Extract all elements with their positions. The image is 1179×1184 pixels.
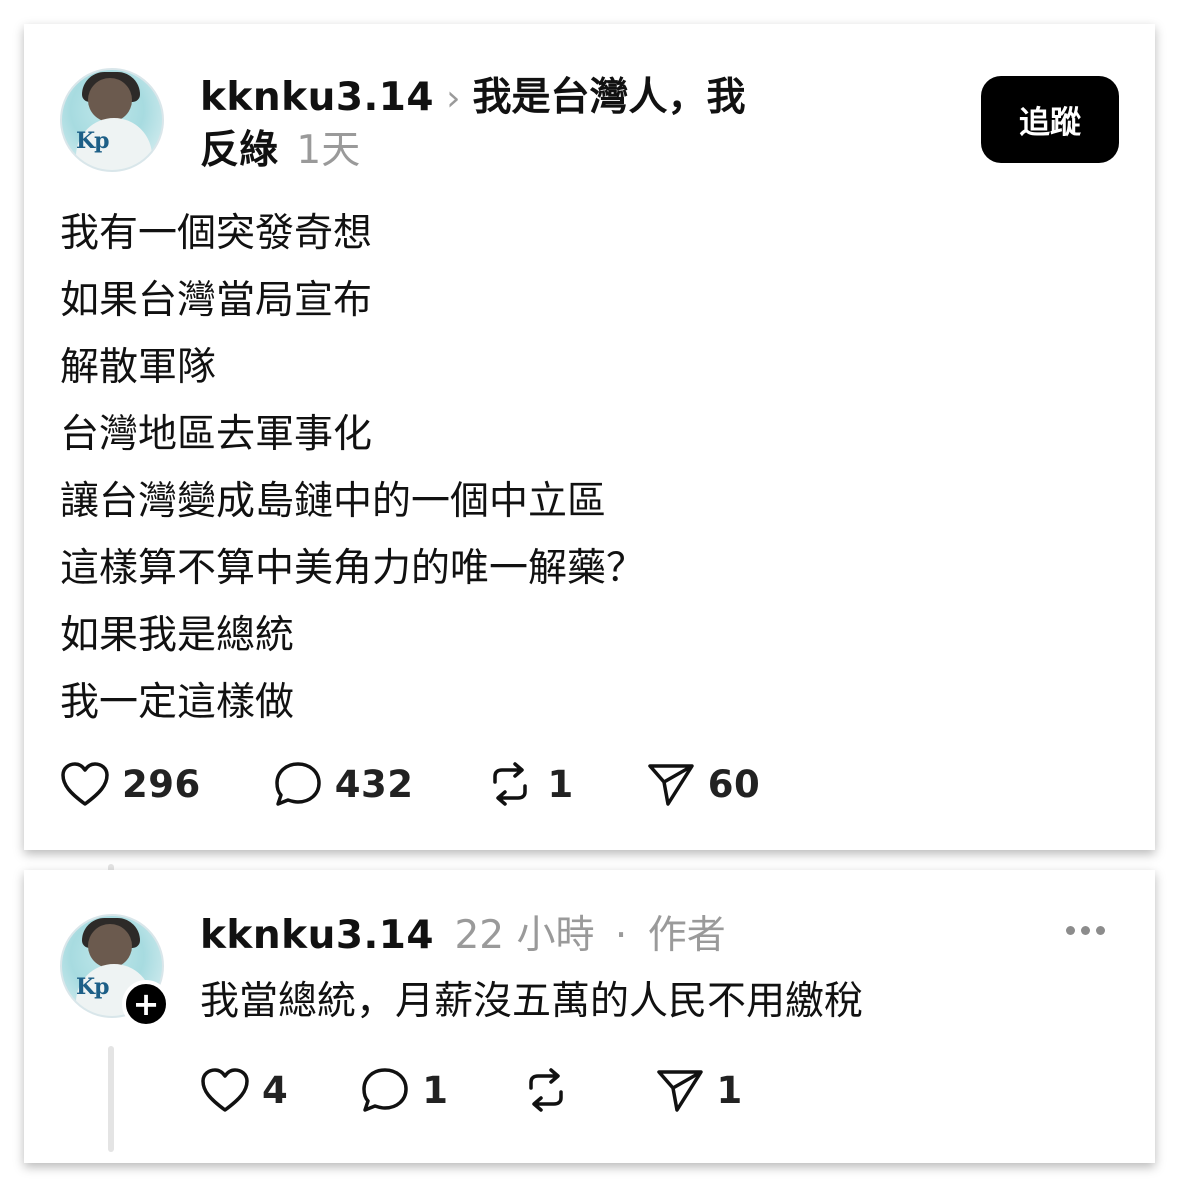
like-button[interactable]: 4 [200,1067,288,1113]
follow-button[interactable]: 追蹤 [981,76,1119,163]
send-icon [647,764,694,806]
speech-bubble-icon [362,1068,408,1112]
share-button[interactable]: 60 [646,760,761,808]
avatar-logo-text: Kp [76,128,110,154]
heart-icon [61,762,109,806]
post-body-line: 我有一個突發奇想 [60,211,373,256]
send-icon [656,1070,703,1112]
post-actions: 296 432 1 60 [60,760,832,808]
post-body: 我有一個突發奇想 如果台灣當局宣布 解散軍隊 台灣地區去軍事化 讓台灣變成島鏈中… [60,200,1060,736]
separator-dot: · [614,913,628,958]
heart-icon [201,1068,249,1112]
author-tag: 作者 [647,913,726,958]
avatar-logo-text: Kp [76,974,110,1000]
post-header: kknku3.14 › 我是台灣人，我 反綠 1天 [200,72,820,177]
comment-count: 432 [334,762,414,806]
community-name-line1[interactable]: 我是台灣人，我 [472,75,745,120]
like-count: 4 [262,1068,289,1112]
like-button[interactable]: 296 [60,761,201,807]
reply-card: Kp + kknku3.14 22 小時 · 作者 我當總統，月薪沒五萬的人民不… [24,870,1155,1163]
post-username[interactable]: kknku3.14 [200,75,434,120]
thread-connector [108,1046,114,1152]
comment-count: 1 [422,1068,449,1112]
share-count: 60 [707,762,761,806]
repost-icon [493,762,528,806]
post-body-line: 讓台灣變成島鏈中的一個中立區 [60,479,607,524]
repost-icon [528,1068,563,1112]
share-count: 1 [716,1068,743,1112]
repost-count: 1 [547,762,574,806]
repost-button[interactable] [521,1066,583,1114]
reply-header: kknku3.14 22 小時 · 作者 [200,910,726,962]
reply-actions: 4 1 1 [200,1066,815,1114]
reply-username[interactable]: kknku3.14 [200,913,434,958]
chevron-right-icon: › [446,78,461,119]
repost-button[interactable]: 1 [485,760,573,808]
post-body-line: 如果台灣當局宣布 [60,278,373,323]
share-button[interactable]: 1 [655,1066,743,1114]
like-count: 296 [122,762,201,806]
post-body-line: 我一定這樣做 [60,680,295,725]
avatar-face [88,924,132,968]
post-body-line: 台灣地區去軍事化 [60,412,373,457]
post-body-line: 這樣算不算中美角力的唯一解藥？ [60,546,646,591]
avatar-face [88,78,132,122]
avatar[interactable]: Kp [60,68,164,172]
speech-bubble-icon [274,762,321,806]
reply-timestamp: 22 小時 [454,913,595,958]
more-icon[interactable] [1066,920,1114,940]
reply-text: 我當總統，月薪沒五萬的人民不用繳稅 [200,979,864,1024]
plus-icon[interactable]: + [122,980,170,1028]
post-card: Kp kknku3.14 › 我是台灣人，我 反綠 1天 追蹤 我有一個突發奇想 如… [24,24,1155,850]
post-timestamp: 1天 [296,128,361,173]
comment-button[interactable]: 1 [360,1066,448,1114]
community-name-line2[interactable]: 反綠 [200,128,278,173]
post-body-line: 如果我是總統 [60,613,295,658]
comment-button[interactable]: 432 [273,760,414,808]
post-body-line: 解散軍隊 [60,345,217,390]
